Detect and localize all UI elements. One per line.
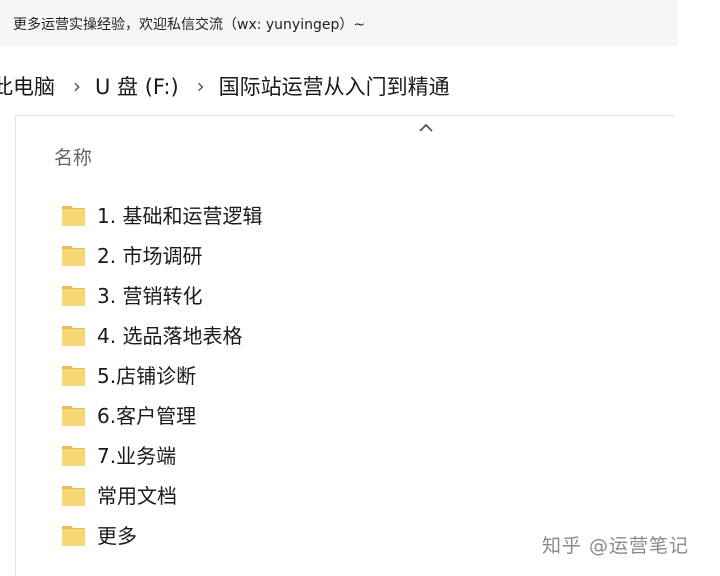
folder-body <box>62 328 85 346</box>
folder-icon <box>62 365 85 386</box>
folder-icon <box>62 325 85 346</box>
folder-body <box>62 248 85 266</box>
folder-label: 2. 市场调研 <box>97 243 203 268</box>
folder-label: 4. 选品落地表格 <box>97 323 243 348</box>
folder-label: 更多 <box>97 523 137 548</box>
folder-label: 7.业务端 <box>97 443 177 468</box>
folder-icon <box>62 485 85 506</box>
top-note-bar: 更多运营实操经验，欢迎私信交流（wx: yunyingep）~ <box>0 0 678 46</box>
file-list: 1. 基础和运营逻辑 2. 市场调研 3. 营销转化 4. 选品落地表格 5.店… <box>60 194 262 554</box>
folder-icon <box>62 205 85 226</box>
folder-body <box>62 528 85 546</box>
folder-item[interactable]: 1. 基础和运营逻辑 <box>60 194 262 234</box>
folder-item[interactable]: 更多 <box>60 514 262 554</box>
folder-body <box>62 448 85 466</box>
folder-label: 3. 营销转化 <box>97 283 203 308</box>
screenshot: 更多运营实操经验，欢迎私信交流（wx: yunyingep）~ 此电脑 › U … <box>0 0 720 576</box>
folder-icon <box>62 245 85 266</box>
folder-body <box>62 368 85 386</box>
folder-item[interactable]: 5.店铺诊断 <box>60 354 262 394</box>
folder-label: 常用文档 <box>97 483 177 508</box>
folder-item[interactable]: 2. 市场调研 <box>60 234 262 274</box>
folder-body <box>62 288 85 306</box>
folder-item[interactable]: 3. 营销转化 <box>60 274 262 314</box>
folder-body <box>62 208 85 226</box>
breadcrumb-separator-icon: › <box>196 74 205 98</box>
watermark: 知乎 @运营笔记 <box>542 535 690 557</box>
folder-icon <box>62 405 85 426</box>
column-header-name[interactable]: 名称 <box>54 143 92 170</box>
top-note: 更多运营实操经验，欢迎私信交流（wx: yunyingep）~ <box>13 17 366 33</box>
folder-item[interactable]: 4. 选品落地表格 <box>60 314 262 354</box>
folder-label: 5.店铺诊断 <box>97 363 197 388</box>
folder-label: 1. 基础和运营逻辑 <box>97 203 263 228</box>
folder-item[interactable]: 7.业务端 <box>60 434 262 474</box>
folder-body <box>62 408 85 426</box>
folder-item[interactable]: 6.客户管理 <box>60 394 262 434</box>
folder-icon <box>62 525 85 546</box>
folder-body <box>62 488 85 506</box>
chevron-up-icon[interactable] <box>416 120 436 136</box>
folder-label: 6.客户管理 <box>97 403 197 428</box>
breadcrumb-item-current-folder[interactable]: 国际站运营从入门到精通 <box>219 71 450 101</box>
breadcrumb-item-this-pc[interactable]: 此电脑 <box>0 71 55 101</box>
breadcrumb-separator-icon: › <box>73 74 81 98</box>
file-explorer-pane: 名称 1. 基础和运营逻辑 2. 市场调研 3. 营销转化 4. 选品落地表格 … <box>15 115 675 576</box>
folder-icon <box>62 285 85 306</box>
folder-item[interactable]: 常用文档 <box>60 474 262 514</box>
breadcrumb[interactable]: 此电脑 › U 盘 (F:) › 国际站运营从入门到精通 <box>0 64 680 108</box>
folder-icon <box>62 445 85 466</box>
breadcrumb-item-usb-drive[interactable]: U 盘 (F:) <box>95 71 179 101</box>
